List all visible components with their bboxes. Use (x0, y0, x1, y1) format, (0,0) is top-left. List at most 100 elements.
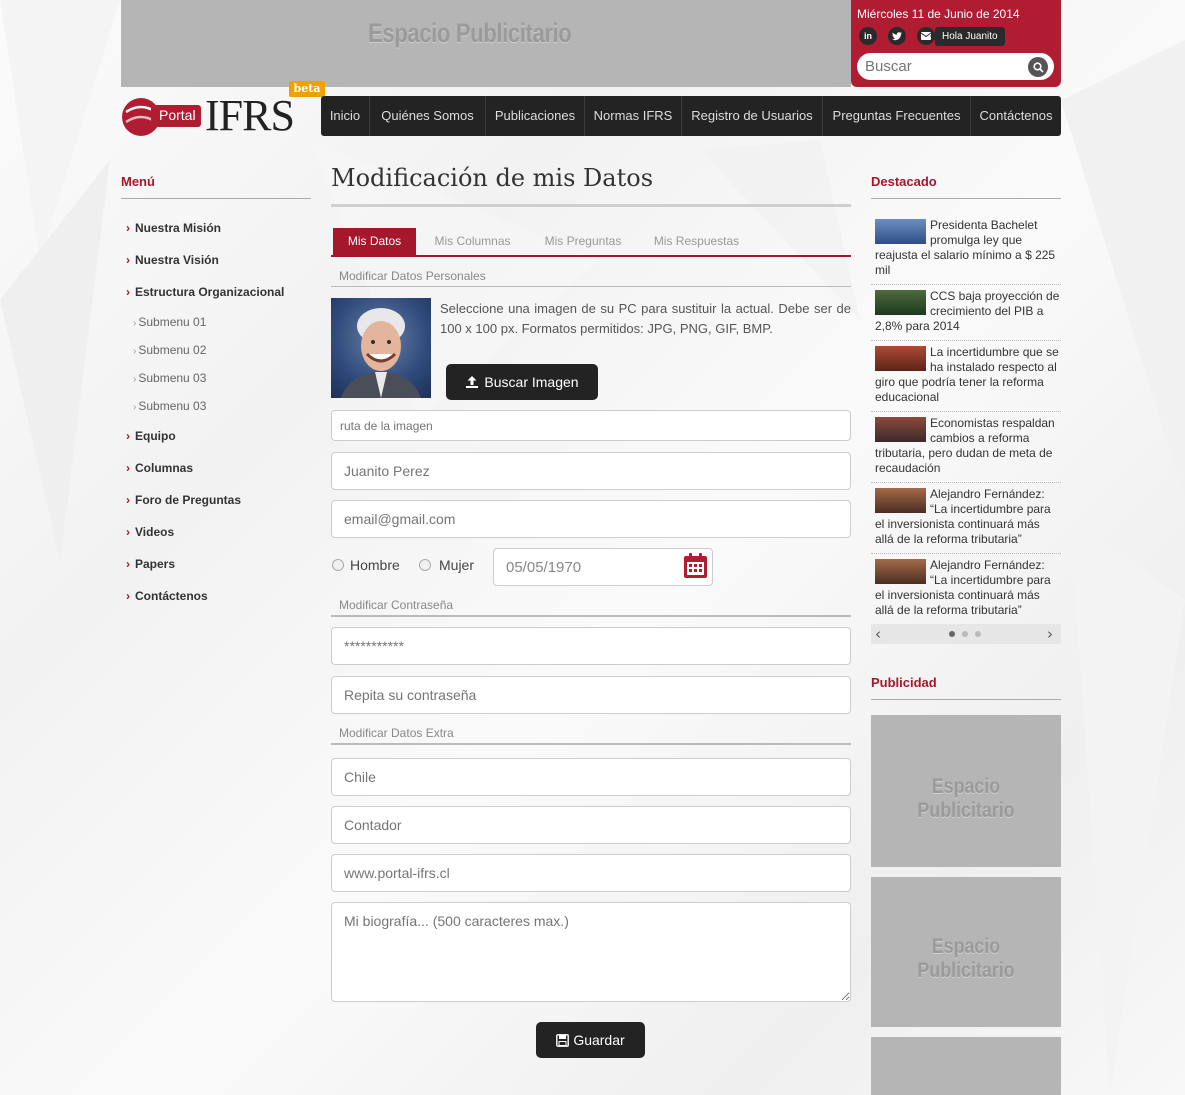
menu-item-videos[interactable]: › Videos (126, 525, 174, 539)
news-thumbnail (875, 559, 926, 584)
site-logo[interactable]: Portal IFRS beta (121, 81, 326, 140)
gender-male-label: Hombre (350, 557, 400, 573)
news-thumbnail (875, 488, 926, 513)
featured-divider (871, 198, 1061, 199)
gender-female-label: Mujer (439, 557, 475, 573)
menu-item-label: Estructura Organizacional (135, 285, 285, 299)
beta-badge: beta (289, 81, 325, 97)
news-thumbnail (875, 346, 926, 371)
menu-item-label: Foro de Preguntas (135, 493, 242, 507)
menu-title: Menú (121, 174, 155, 189)
menu-item-foro[interactable]: › Foro de Preguntas (126, 493, 241, 507)
menu-item-contactenos[interactable]: › Contáctenos (126, 589, 208, 603)
email-field[interactable] (331, 500, 851, 538)
chevron-right-icon: › (133, 402, 137, 413)
name-field[interactable] (331, 452, 851, 490)
bio-textarea[interactable] (331, 902, 851, 1002)
avatar (331, 298, 431, 398)
chevron-right-icon: › (126, 493, 130, 507)
birth-date-field[interactable] (493, 548, 713, 586)
tab-mis-columnas[interactable]: Mis Columnas (422, 228, 523, 255)
side-ad-text: Espacio Publicitario (917, 775, 1015, 822)
submenu-item-2[interactable]: › Submenu 02 (133, 343, 206, 357)
nav-normas-ifrs[interactable]: Normas IFRS (585, 96, 682, 136)
country-field[interactable] (331, 758, 851, 796)
chevron-right-icon: › (126, 557, 130, 571)
nav-preguntas-frecuentes[interactable]: Preguntas Frecuentes (823, 96, 971, 136)
news-item[interactable]: Presidenta Bachelet promulga ley que rea… (875, 218, 1061, 278)
menu-divider (121, 198, 311, 199)
image-path-field[interactable] (331, 410, 851, 441)
upload-icon (466, 376, 479, 388)
save-button[interactable]: Guardar (536, 1022, 645, 1058)
news-item[interactable]: Economistas respaldan cambios a reforma … (875, 416, 1061, 476)
news-item[interactable]: Alejandro Fernández: “La incertidumbre p… (875, 558, 1061, 618)
linkedin-icon[interactable]: in (859, 27, 877, 45)
carousel-dot[interactable] (975, 631, 981, 637)
menu-item-label: Papers (135, 557, 176, 571)
news-divider (871, 553, 1061, 554)
news-divider (871, 340, 1061, 341)
save-button-label: Guardar (573, 1032, 625, 1048)
logo-ifrs-text: IFRS (205, 91, 295, 140)
user-greeting[interactable]: Hola Juanito (930, 27, 1005, 46)
calendar-icon[interactable] (683, 553, 708, 579)
tab-mis-preguntas[interactable]: Mis Preguntas (531, 228, 635, 255)
carousel-dot-active[interactable] (949, 631, 955, 637)
save-icon (556, 1033, 570, 1047)
top-ad-banner[interactable]: Espacio Publicitario (121, 0, 851, 87)
password-section-label: Modificar Contraseña (339, 598, 454, 612)
news-item[interactable]: Alejandro Fernández: “La incertidumbre p… (875, 487, 1061, 547)
news-item[interactable]: CCS baja proyección de crecimiento del P… (875, 289, 1061, 334)
menu-item-vision[interactable]: › Nuestra Visión (126, 253, 219, 267)
menu-item-papers[interactable]: › Papers (126, 557, 175, 571)
news-item[interactable]: La incertidumbre que se ha instalado res… (875, 345, 1061, 405)
chevron-right-icon[interactable]: › (1047, 625, 1053, 643)
side-ad-3[interactable] (871, 1037, 1061, 1095)
carousel-controls: ‹ › (871, 624, 1061, 644)
repeat-password-field[interactable] (331, 676, 851, 714)
gender-male-radio[interactable] (332, 559, 344, 571)
nav-contactenos[interactable]: Contáctenos (971, 96, 1061, 136)
title-divider (331, 204, 851, 207)
submenu-label: Submenu 03 (138, 371, 207, 385)
submenu-label: Submenu 02 (138, 343, 207, 357)
submenu-label: Submenu 03 (138, 399, 207, 413)
nav-inicio[interactable]: Inicio (321, 96, 370, 136)
password-field[interactable] (331, 627, 851, 665)
menu-item-estructura[interactable]: › Estructura Organizacional (126, 285, 284, 299)
nav-quienes-somos[interactable]: Quiénes Somos (370, 96, 486, 136)
submenu-item-1[interactable]: › Submenu 01 (133, 315, 206, 329)
menu-item-columnas[interactable]: › Columnas (126, 461, 193, 475)
menu-item-equipo[interactable]: › Equipo (126, 429, 176, 443)
menu-item-label: Columnas (135, 461, 194, 475)
news-divider (871, 411, 1061, 412)
submenu-item-3[interactable]: › Submenu 03 (133, 371, 206, 385)
personal-data-label: Modificar Datos Personales (339, 269, 486, 283)
carousel-dot[interactable] (962, 631, 968, 637)
logo-portal-text: Portal (151, 105, 201, 127)
tab-mis-respuestas[interactable]: Mis Respuestas (641, 228, 752, 255)
nav-publicaciones[interactable]: Publicaciones (486, 96, 585, 136)
search-input[interactable] (857, 53, 1054, 80)
menu-item-label: Contáctenos (135, 589, 208, 603)
extra-section-label: Modificar Datos Extra (339, 726, 454, 740)
chevron-right-icon: › (126, 525, 130, 539)
side-ad-2[interactable]: Espacio Publicitario (871, 877, 1061, 1027)
menu-item-label: Nuestra Misión (135, 221, 222, 235)
nav-registro-usuarios[interactable]: Registro de Usuarios (682, 96, 823, 136)
browse-image-button[interactable]: Buscar Imagen (446, 364, 598, 400)
gender-female-radio[interactable] (419, 559, 431, 571)
profession-field[interactable] (331, 806, 851, 844)
search-icon[interactable] (1028, 57, 1048, 77)
menu-item-mision[interactable]: › Nuestra Misión (126, 221, 221, 235)
menu-item-label: Videos (135, 525, 175, 539)
news-divider (871, 482, 1061, 483)
chevron-left-icon[interactable]: ‹ (875, 625, 881, 643)
main-nav: Inicio Quiénes Somos Publicaciones Norma… (321, 96, 1061, 136)
submenu-item-4[interactable]: › Submenu 03 (133, 399, 206, 413)
tab-mis-datos[interactable]: Mis Datos (333, 228, 416, 255)
website-field[interactable] (331, 854, 851, 892)
side-ad-1[interactable]: Espacio Publicitario (871, 715, 1061, 867)
twitter-icon[interactable] (888, 27, 906, 45)
